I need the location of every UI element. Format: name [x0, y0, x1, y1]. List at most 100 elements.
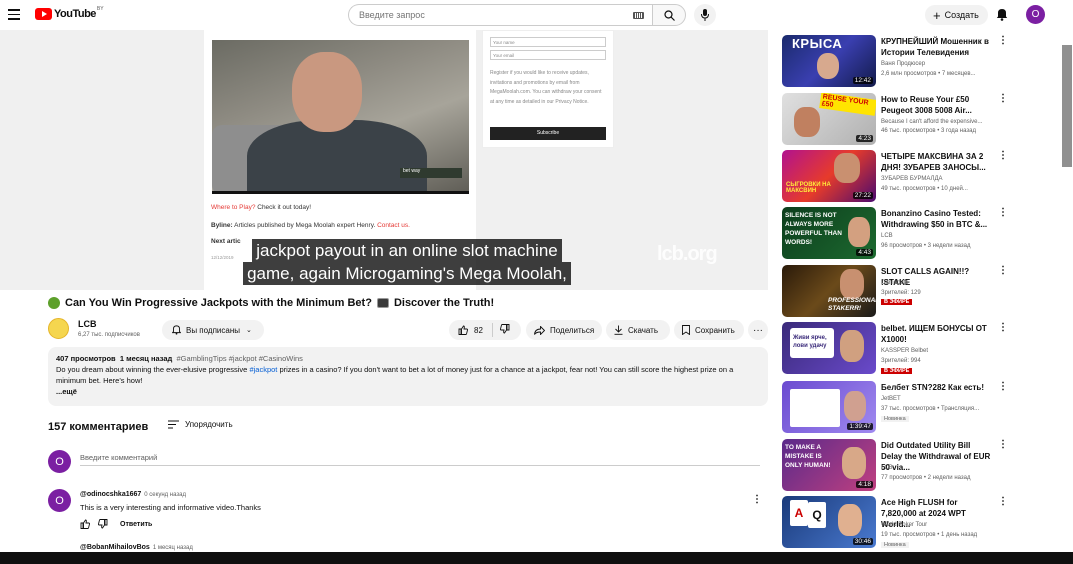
- video-meta: 37 тыс. просмотров • Трансляция...: [881, 406, 980, 412]
- channel-name[interactable]: Ваня Продюсер: [881, 61, 925, 67]
- like-dislike-group: 82: [449, 320, 521, 340]
- video-meta: 2,6 млн просмотров • 7 месяцев...: [881, 71, 976, 77]
- thumbs-up-icon: [458, 325, 468, 335]
- more-options-icon[interactable]: ⋮: [998, 322, 1008, 333]
- thumbs-up-icon[interactable]: [80, 519, 90, 529]
- subscribed-button[interactable]: Вы подписаны ⌄: [162, 320, 264, 340]
- video-thumbnail[interactable]: 1:39:47: [782, 381, 876, 433]
- card-queen-icon: Q: [808, 502, 826, 528]
- signup-form: Your name Your email Register if you wou…: [482, 30, 614, 148]
- thumbnail-face: [838, 504, 862, 536]
- page-scrollbar[interactable]: [1062, 45, 1072, 167]
- video-meta: 19 тыс. просмотров • 1 день назад: [881, 532, 978, 538]
- notifications-button[interactable]: [996, 8, 1008, 26]
- more-options-icon[interactable]: ⋮: [998, 496, 1008, 507]
- like-button[interactable]: 82: [449, 323, 493, 337]
- recommended-video[interactable]: REUSE YOUR £50 4:23 How to Reuse Your £5…: [782, 93, 1012, 145]
- recommended-video[interactable]: SILENCE IS NOT ALWAYS MORE POWERFUL THAN…: [782, 207, 1012, 259]
- new-badge: Новинка: [881, 542, 909, 548]
- create-label: Создать: [944, 10, 979, 20]
- voice-search-button[interactable]: [694, 4, 716, 26]
- channel-name[interactable]: ЗУБАРЕВ БУРМАЛДА: [881, 176, 943, 182]
- desc-hashtag-link[interactable]: #jackpot: [249, 365, 277, 374]
- add-comment-input[interactable]: [80, 450, 760, 466]
- channel-avatar[interactable]: [48, 318, 69, 339]
- video-player[interactable]: bet way Where to Play? Check it out toda…: [0, 30, 768, 290]
- create-button[interactable]: + Создать: [925, 5, 988, 25]
- video-meta: 77 просмотров • 2 недели назад: [881, 475, 971, 481]
- video-title[interactable]: belbet. ИЩЕМ БОНУСЫ ОТ Х1000!: [881, 323, 993, 345]
- more-options-icon[interactable]: ⋮: [998, 381, 1008, 392]
- recommended-video[interactable]: КРЫСА 12:42 КРУПНЕЙШИЙ Мошенник в Истори…: [782, 35, 1012, 87]
- youtube-logo[interactable]: YouTube BY: [35, 6, 104, 20]
- like-count: 82: [474, 325, 483, 335]
- menu-icon[interactable]: [8, 9, 20, 20]
- reply-button[interactable]: Ответить: [120, 521, 152, 528]
- bet-badge: bet way: [400, 168, 462, 178]
- video-title[interactable]: ЧЕТЫРЕ МАКСВИНА ЗА 2 ДНЯ! ЗУБАРЕВ ЗАНОСЫ…: [881, 151, 993, 173]
- hashtags[interactable]: #GamblingTips #jackpot #CasinoWins: [176, 354, 302, 363]
- show-more-link[interactable]: ...ещё: [56, 386, 760, 397]
- save-button[interactable]: Сохранить: [674, 320, 744, 340]
- video-title[interactable]: КРУПНЕЙШИЙ Мошенник в Истории Телевидени…: [881, 36, 993, 58]
- recommended-video[interactable]: A Q 30:46 Ace High FLUSH for 7,820,000 a…: [782, 496, 1012, 548]
- video-title[interactable]: Белбет STN?282 Как есть!: [881, 382, 993, 393]
- name-field: Your name: [490, 37, 606, 47]
- account-avatar[interactable]: O: [1026, 5, 1045, 24]
- video-thumbnail[interactable]: PROFESSIONAL STAKERR!: [782, 265, 876, 317]
- channel-name[interactable]: Because I can't afford the expensive...: [881, 119, 982, 125]
- comment-time-2[interactable]: 1 месяц назад: [153, 545, 193, 551]
- more-options-icon[interactable]: ⋮: [998, 150, 1008, 161]
- more-options-icon[interactable]: ⋮: [998, 93, 1008, 104]
- recommended-video[interactable]: 1:39:47 Белбет STN?282 Как есть! JetBET …: [782, 381, 1012, 433]
- channel-name[interactable]: JetBET: [881, 396, 901, 402]
- comment-time[interactable]: 0 секунд назад: [144, 492, 186, 498]
- thumbnail-text: КРЫСА: [792, 36, 843, 51]
- comment-avatar[interactable]: O: [48, 489, 71, 512]
- thumbs-down-icon[interactable]: [98, 519, 108, 529]
- more-options-icon[interactable]: ⋮: [998, 207, 1008, 218]
- channel-name[interactable]: Damnbets: [881, 280, 908, 286]
- channel-name[interactable]: World Poker Tour: [881, 522, 927, 528]
- video-thumbnail[interactable]: Живи ярче, лови удачу: [782, 322, 876, 374]
- comment-author-name-2[interactable]: @BobanMihailovBos: [80, 544, 150, 551]
- video-thumbnail[interactable]: SILENCE IS NOT ALWAYS MORE POWERFUL THAN…: [782, 207, 876, 259]
- channel-name[interactable]: LCB: [881, 465, 893, 471]
- save-label: Сохранить: [695, 325, 735, 335]
- more-options-icon[interactable]: ⋮: [998, 35, 1008, 46]
- video-title[interactable]: Bonanzino Casino Tested: Withdrawing $50…: [881, 208, 993, 230]
- video-thumbnail[interactable]: A Q 30:46: [782, 496, 876, 548]
- video-thumbnail[interactable]: КРЫСА 12:42: [782, 35, 876, 87]
- inner-video-frame: bet way: [212, 40, 469, 194]
- email-field: Your email: [490, 50, 606, 60]
- logo-country: BY: [96, 6, 104, 12]
- more-options-icon[interactable]: ⋮: [998, 265, 1008, 276]
- video-title[interactable]: How to Reuse Your £50 Peugeot 3008 5008 …: [881, 94, 993, 116]
- video-thumbnail[interactable]: REUSE YOUR £50 4:23: [782, 93, 876, 145]
- search-button[interactable]: [652, 4, 686, 26]
- description-box[interactable]: 407 просмотров 1 месяц назад #GamblingTi…: [48, 347, 768, 406]
- sort-comments-button[interactable]: Упорядочить: [168, 420, 233, 429]
- contact-link: Contact us.: [377, 222, 410, 229]
- video-title[interactable]: Did Outdated Utility Bill Delay the With…: [881, 440, 993, 473]
- video-thumbnail[interactable]: СЫГРОВКИ НА МАКСВИН 27:22: [782, 150, 876, 202]
- keyboard-icon[interactable]: [633, 12, 644, 19]
- video-thumbnail[interactable]: TO MAKE A MISTAKE IS ONLY HUMAN! 4:18: [782, 439, 876, 491]
- comment-menu-icon[interactable]: ⋮: [752, 494, 762, 505]
- download-button[interactable]: Скачать: [606, 320, 670, 340]
- share-button[interactable]: Поделиться: [526, 320, 602, 340]
- recommended-video[interactable]: PROFESSIONAL STAKERR! SLOT CALLS AGAIN!!…: [782, 265, 1012, 317]
- comment-author-name[interactable]: @odinocshka1667: [80, 491, 141, 498]
- search-box: [348, 4, 652, 26]
- search-input[interactable]: [359, 10, 619, 20]
- channel-name[interactable]: KASSPER Belbet: [881, 348, 928, 354]
- dislike-button[interactable]: [499, 324, 510, 336]
- channel-name[interactable]: LCB: [881, 233, 893, 239]
- channel-name[interactable]: LCB: [78, 319, 97, 329]
- recommended-video[interactable]: TO MAKE A MISTAKE IS ONLY HUMAN! 4:18 Di…: [782, 439, 1012, 491]
- recommended-video[interactable]: СЫГРОВКИ НА МАКСВИН 27:22 ЧЕТЫРЕ МАКСВИН…: [782, 150, 1012, 202]
- thumbnail-text: Живи ярче, лови удачу: [793, 335, 827, 349]
- more-options-icon[interactable]: ⋮: [998, 439, 1008, 450]
- recommended-video[interactable]: Живи ярче, лови удачу belbet. ИЩЕМ БОНУС…: [782, 322, 1012, 374]
- more-actions-button[interactable]: ···: [748, 320, 768, 340]
